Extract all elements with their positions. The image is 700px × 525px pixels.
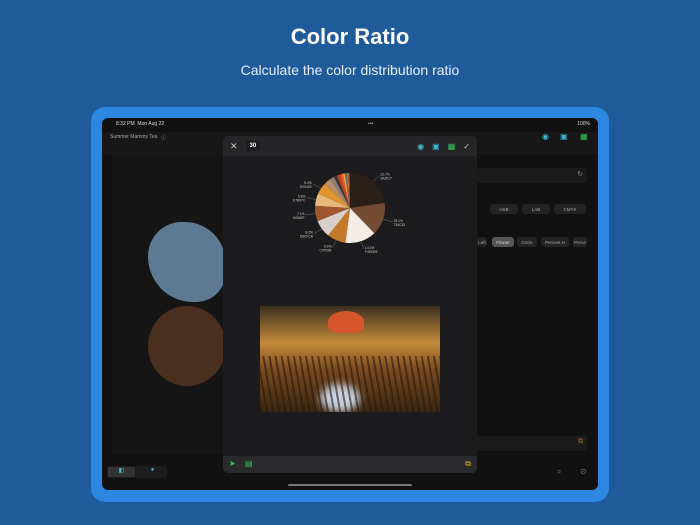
color-ratio-modal: ✕ 30 ◉ ▣ ▦ ✓ 22.7% 2A2017 15.1% 734C33 14.3%… bbox=[223, 136, 477, 473]
close-icon[interactable]: ✕ bbox=[230, 141, 238, 152]
info-icon: ⓘ bbox=[161, 134, 167, 141]
style-left[interactable]: Left bbox=[477, 237, 487, 247]
canvas-area bbox=[112, 154, 224, 454]
pie-label: A0562F bbox=[293, 216, 305, 220]
palette-icon[interactable]: ◉ bbox=[542, 132, 549, 141]
pie-leader-line bbox=[372, 175, 380, 182]
pie-label: 2A2017 bbox=[380, 176, 392, 180]
style-flower[interactable]: Flower bbox=[492, 237, 514, 247]
sidebar-toggle-icon[interactable]: ◧ bbox=[108, 467, 135, 477]
color-blob-brown bbox=[148, 306, 226, 386]
camera-icon[interactable]: ▣ bbox=[560, 132, 568, 141]
pie-leader-line bbox=[332, 240, 337, 248]
mode-switcher: ◧ ● bbox=[107, 466, 167, 478]
hero-subtitle: Calculate the color distribution ratio bbox=[240, 62, 460, 78]
pie-leader-line bbox=[312, 183, 322, 189]
image-grid-icon[interactable]: ▦ bbox=[448, 142, 456, 151]
hero-title: Color Ratio bbox=[290, 24, 410, 49]
droplet-icon[interactable]: ● bbox=[139, 467, 166, 477]
search-field[interactable]: ↻ bbox=[477, 168, 587, 183]
pie-leader-line bbox=[306, 197, 317, 200]
status-bar: 8:32 PM Mon Aug 22 ••• 100% bbox=[116, 121, 590, 127]
app-screen: 8:32 PM Mon Aug 22 ••• 100% Summer Mammy… bbox=[102, 118, 598, 490]
share-icon[interactable]: ➤ bbox=[229, 459, 236, 468]
multitask-dots-icon[interactable]: ••• bbox=[368, 121, 373, 127]
confirm-check-icon[interactable]: ✓ bbox=[463, 142, 470, 151]
pie-leader-line bbox=[313, 228, 323, 234]
battery-status: 100% bbox=[577, 121, 590, 127]
status-time: 8:32 PM bbox=[116, 121, 135, 127]
project-selector[interactable]: Summer Mammy Tea ⓘ bbox=[110, 132, 166, 142]
home-indicator bbox=[288, 484, 412, 486]
pie-label: 734C33 bbox=[394, 223, 406, 227]
color-count[interactable]: 30 bbox=[245, 141, 261, 151]
camera-icon[interactable]: ▣ bbox=[432, 142, 440, 151]
format-lab[interactable]: LAB bbox=[522, 204, 550, 214]
refresh-icon[interactable]: ↻ bbox=[577, 170, 583, 178]
palette-icon[interactable]: ◉ bbox=[417, 142, 424, 151]
pie-leader-line bbox=[360, 241, 365, 249]
style-circle[interactable]: Circle bbox=[517, 237, 537, 247]
pie-label: F4EDE6 bbox=[365, 250, 378, 254]
pie-label: C4792B bbox=[319, 249, 332, 253]
settings-icon[interactable]: ⊙ bbox=[580, 467, 587, 476]
copy-icon[interactable]: ⧉ bbox=[578, 438, 583, 446]
pie-chart: 22.7%2A201715.1%734C3314.3%F4EDE68.6%C47… bbox=[293, 172, 406, 254]
project-name: Summer Mammy Tea bbox=[110, 134, 158, 140]
modal-footer: ➤ ▤ ⧉ bbox=[223, 456, 477, 473]
image-icon[interactable]: ▤ bbox=[245, 459, 253, 468]
copy-icon[interactable]: ⧉ bbox=[465, 459, 471, 469]
format-cmyk[interactable]: CMYK bbox=[554, 204, 586, 214]
pie-label: E7B97C bbox=[293, 199, 306, 203]
pie-leader-line bbox=[383, 219, 393, 223]
style-percent[interactable]: Perce bbox=[573, 237, 587, 247]
source-photo bbox=[260, 306, 440, 412]
bottom-panel: ⧉ bbox=[477, 436, 587, 451]
search-icon[interactable]: ⌕ bbox=[557, 467, 561, 477]
pie-label: D8CFCA bbox=[300, 235, 314, 239]
format-hsb[interactable]: HSB bbox=[490, 204, 518, 214]
pie-slice bbox=[350, 173, 385, 208]
status-date: Mon Aug 22 bbox=[137, 121, 165, 127]
pie-label: E0942E bbox=[300, 185, 313, 189]
style-percent-h[interactable]: Percent.H bbox=[541, 237, 569, 247]
modal-header: ✕ 30 ◉ ▣ ▦ ✓ bbox=[223, 136, 477, 156]
pie-leader-line bbox=[305, 213, 316, 216]
image-grid-icon[interactable]: ▦ bbox=[580, 132, 588, 141]
